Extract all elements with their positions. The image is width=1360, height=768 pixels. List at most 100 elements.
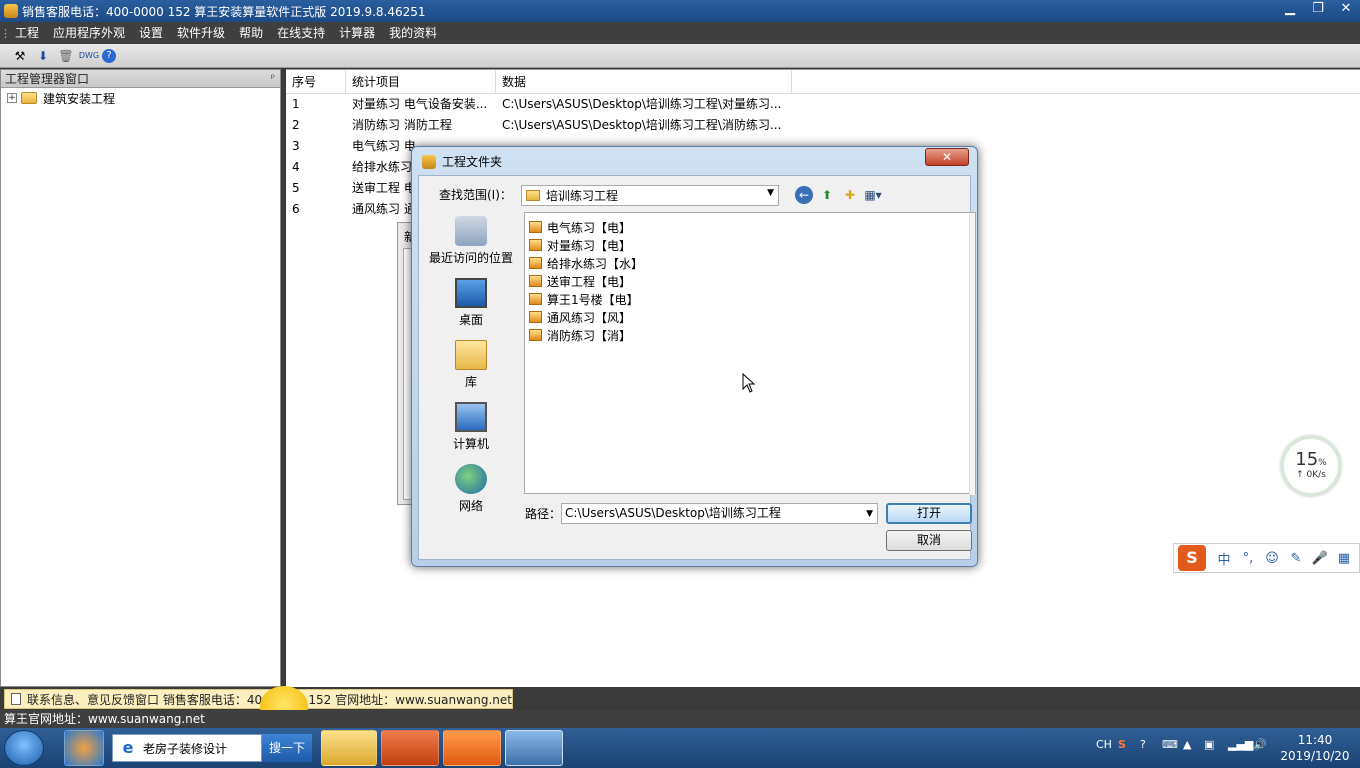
lookin-dropdown[interactable]: 培训练习工程 ▼	[521, 185, 779, 206]
file-list[interactable]: 电气练习【电】 对量练习【电】 给排水练习【水】 送审工程【电】 算王1号楼【电…	[524, 212, 976, 495]
table-row[interactable]: 2 消防练习 消防工程 C:\Users\ASUS\Desktop\培训练习工程…	[286, 115, 1360, 136]
tree-node-building[interactable]: + 建筑安装工程	[1, 88, 280, 108]
taskbar-app-explorer[interactable]	[321, 730, 377, 766]
ime-chinese-mode[interactable]: 中	[1212, 549, 1236, 568]
place-desktop[interactable]: 桌面	[423, 274, 519, 336]
speed-percent: 15%	[1295, 449, 1327, 470]
file-list-scrollbar[interactable]	[969, 213, 975, 495]
feedback-notice[interactable]: 联系信息、意见反馈窗口 销售客服电话：400-0000 152 官网地址：www…	[4, 689, 513, 709]
dialog-nav-toolbar: ← ⬆ ✚ ▦▾	[795, 186, 887, 204]
taskbar-app-wps[interactable]	[443, 730, 501, 766]
list-item[interactable]: 算王1号楼【电】	[525, 290, 975, 308]
menu-help[interactable]: 帮助	[232, 22, 270, 44]
list-item[interactable]: 通风练习【风】	[525, 308, 975, 326]
network-speed-widget[interactable]: 15% ↑ 0K/s	[1281, 436, 1341, 496]
dialog-close-button[interactable]: ✕	[925, 148, 969, 166]
microphone-icon[interactable]: 🎤	[1308, 551, 1332, 566]
file-name: 通风练习【风】	[547, 310, 632, 325]
notice-icon	[11, 693, 21, 705]
tray-volume-icon[interactable]: 🔊	[1253, 738, 1267, 751]
ime-toolbar: S 中 °, ☺ ✎ 🎤 ▦	[1173, 543, 1360, 573]
tray-usb-icon[interactable]: ▣	[1204, 738, 1214, 751]
download-icon[interactable]: ⬇	[33, 47, 53, 65]
place-recent[interactable]: 最近访问的位置	[423, 212, 519, 274]
menu-my-profile[interactable]: 我的资料	[382, 22, 444, 44]
place-label: 计算机	[452, 437, 489, 451]
dwg-icon[interactable]: DWG	[79, 47, 99, 65]
menubar-grip: ⋮	[0, 26, 11, 40]
tray-expand-icon[interactable]: ▲	[1183, 738, 1191, 751]
panel-header: 工程管理器窗口 ᵖ	[1, 70, 280, 88]
path-dropdown[interactable]: C:\Users\ASUS\Desktop\培训练习工程 ▼	[561, 503, 878, 524]
menu-appearance[interactable]: 应用程序外观	[46, 22, 132, 44]
network-icon	[455, 464, 487, 494]
close-button[interactable]: ✕	[1332, 0, 1360, 20]
tray-network-icon[interactable]: ▂▄▆	[1228, 738, 1253, 751]
taskbar-app-office[interactable]	[381, 730, 439, 766]
taskbar: e 老房子装修设计 搜一下 CH S ? ⌨ ▲ ▣ ▂▄▆ 🔊 11:40 2…	[0, 728, 1360, 768]
place-computer[interactable]: 计算机	[423, 398, 519, 460]
speed-rate: ↑ 0K/s	[1296, 470, 1326, 480]
search-button[interactable]: 搜一下	[262, 734, 312, 762]
chevron-down-icon[interactable]: ▼	[767, 188, 774, 198]
pin-icon[interactable]: ᵖ	[271, 70, 275, 88]
view-menu-icon[interactable]: ▦▾	[864, 186, 882, 204]
help-icon[interactable]: ?	[102, 48, 116, 63]
project-manager-panel: 工程管理器窗口 ᵖ + 建筑安装工程	[0, 69, 281, 687]
place-label: 库	[464, 375, 477, 389]
column-header-data[interactable]: 数据	[496, 70, 792, 93]
project-folder-icon	[529, 311, 542, 323]
dialog-title: 工程文件夹	[442, 155, 503, 169]
back-icon[interactable]: ←	[795, 186, 813, 204]
list-item[interactable]: 消防练习【消】	[525, 326, 975, 344]
list-item[interactable]: 给排水练习【水】	[525, 254, 975, 272]
menu-calculator[interactable]: 计算器	[332, 22, 382, 44]
expand-icon[interactable]: +	[7, 93, 17, 103]
dialog-app-icon	[422, 154, 436, 169]
up-folder-icon[interactable]: ⬆	[818, 186, 836, 204]
computer-icon	[455, 402, 487, 432]
taskbar-app-suanwang[interactable]	[505, 730, 563, 766]
place-network[interactable]: 网络	[423, 460, 519, 522]
project-folder-icon	[529, 221, 542, 233]
clock[interactable]: 11:40 2019/10/20	[1280, 732, 1350, 764]
place-library[interactable]: 库	[423, 336, 519, 398]
tray-help-icon[interactable]: ?	[1140, 738, 1146, 751]
open-button[interactable]: 打开	[886, 503, 972, 524]
handwrite-icon[interactable]: ✎	[1284, 551, 1308, 566]
minimize-button[interactable]: ▁	[1276, 0, 1304, 20]
menu-upgrade[interactable]: 软件升级	[170, 22, 232, 44]
folder-icon	[21, 92, 37, 104]
new-folder-icon[interactable]: ✚	[841, 186, 859, 204]
column-header-item[interactable]: 统计项目	[346, 70, 496, 93]
table-row[interactable]: 1 对量练习 电气设备安装... C:\Users\ASUS\Desktop\培…	[286, 94, 1360, 115]
menu-settings[interactable]: 设置	[132, 22, 170, 44]
chevron-down-icon[interactable]: ▼	[866, 505, 873, 524]
cell-no: 4	[292, 160, 300, 174]
column-header-no[interactable]: 序号	[286, 70, 346, 93]
toolbox-icon[interactable]: ▦	[1332, 551, 1356, 566]
taskbar-search[interactable]: e 老房子装修设计	[112, 734, 262, 762]
project-folder-icon	[529, 293, 542, 305]
restore-button[interactable]: ❐	[1304, 0, 1332, 20]
start-button[interactable]	[4, 730, 44, 766]
list-item[interactable]: 电气练习【电】	[525, 218, 975, 236]
list-item[interactable]: 对量练习【电】	[525, 236, 975, 254]
ime-punctuation[interactable]: °,	[1236, 551, 1260, 566]
path-label: 路径：	[525, 507, 562, 521]
menu-project[interactable]: 工程	[8, 22, 46, 44]
tray-language[interactable]: CH	[1096, 738, 1112, 751]
tray-ime-icon[interactable]: ⌨	[1162, 738, 1178, 751]
taskbar-app-palette[interactable]	[64, 730, 104, 766]
cancel-button[interactable]: 取消	[886, 530, 972, 551]
menu-online-support[interactable]: 在线支持	[270, 22, 332, 44]
emoji-icon[interactable]: ☺	[1260, 551, 1284, 566]
delete-icon[interactable]: 🗑	[56, 47, 76, 65]
tools-icon[interactable]: ⚒	[10, 47, 30, 65]
list-item[interactable]: 送审工程【电】	[525, 272, 975, 290]
lookin-label: 查找范围(I)：	[439, 188, 512, 202]
tray-sogou-icon[interactable]: S	[1118, 738, 1126, 751]
sogou-logo-icon[interactable]: S	[1178, 545, 1206, 571]
project-folder-icon	[529, 329, 542, 341]
clock-date: 2019/10/20	[1280, 749, 1350, 763]
